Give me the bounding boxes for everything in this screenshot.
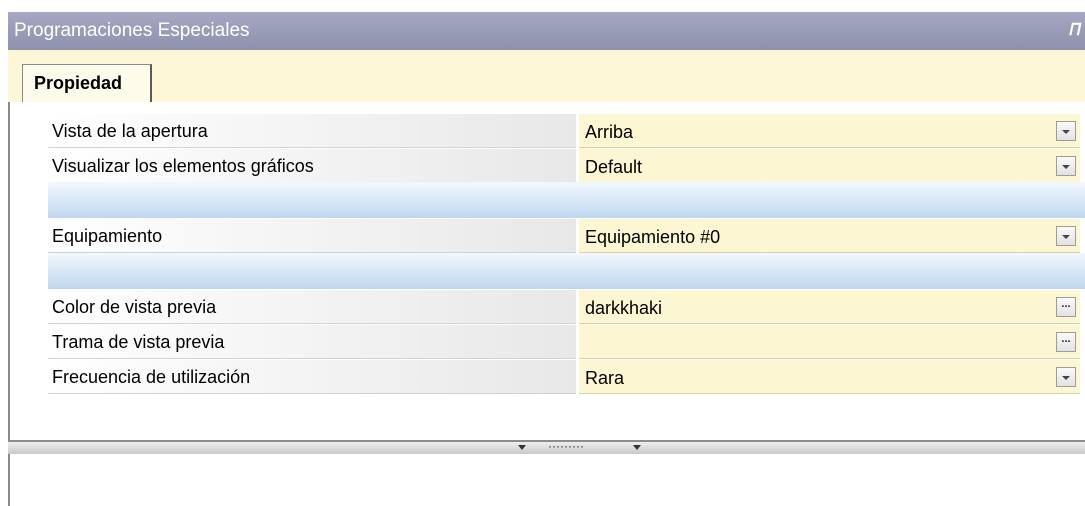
- property-label: Trama de vista previa: [48, 325, 576, 359]
- ellipsis-button[interactable]: ...: [1056, 332, 1076, 352]
- category-separator: [48, 253, 1085, 289]
- collapse-arrow-icon[interactable]: [518, 442, 528, 452]
- property-label: Frecuencia de utilización: [48, 360, 576, 394]
- dropdown-button[interactable]: [1056, 121, 1076, 141]
- property-value-text: Equipamiento #0: [585, 227, 721, 247]
- property-grid: Vista de la apertura Arriba Visualizar l…: [8, 102, 1085, 440]
- collapse-arrow-icon[interactable]: [633, 442, 643, 452]
- property-value-equipamiento[interactable]: Equipamiento #0: [579, 219, 1080, 253]
- property-row-color-vista-previa[interactable]: Color de vista previa darkkhaki ...: [48, 290, 1085, 325]
- property-value-vista-apertura[interactable]: Arriba: [579, 114, 1080, 148]
- pin-icon[interactable]: 𝛱: [1069, 12, 1081, 50]
- property-value-text: darkkhaki: [585, 298, 663, 318]
- property-value-trama-vista-previa[interactable]: ...: [579, 325, 1080, 359]
- property-value-visualizar-elementos[interactable]: Default: [579, 149, 1080, 183]
- tab-propiedad[interactable]: Propiedad: [22, 64, 152, 102]
- property-row-vista-apertura[interactable]: Vista de la apertura Arriba: [48, 114, 1085, 149]
- property-label: Visualizar los elementos gráficos: [48, 149, 576, 183]
- description-pane: [8, 454, 1085, 506]
- property-label: Color de vista previa: [48, 290, 576, 324]
- property-value-text: Rara: [585, 368, 625, 388]
- property-row-trama-vista-previa[interactable]: Trama de vista previa ...: [48, 325, 1085, 360]
- panel-title-bar: Programaciones Especiales 𝛱: [8, 12, 1085, 50]
- property-row-equipamiento[interactable]: Equipamiento Equipamiento #0: [48, 219, 1085, 254]
- tab-strip: Propiedad: [8, 50, 1085, 103]
- property-row-frecuencia-utilizacion[interactable]: Frecuencia de utilización Rara: [48, 360, 1085, 395]
- category-separator: [48, 182, 1085, 218]
- panel-title: Programaciones Especiales: [14, 20, 250, 41]
- grip-dots-icon: ·········: [548, 439, 584, 453]
- property-label: Vista de la apertura: [48, 114, 576, 148]
- property-value-text: Arriba: [585, 122, 634, 142]
- property-value-frecuencia-utilizacion[interactable]: Rara: [579, 360, 1080, 394]
- property-row-visualizar-elementos[interactable]: Visualizar los elementos gráficos Defaul…: [48, 149, 1085, 184]
- property-value-color-vista-previa[interactable]: darkkhaki ...: [579, 290, 1080, 324]
- property-value-text: Default: [585, 157, 643, 177]
- description-splitter[interactable]: ·········: [8, 439, 1085, 454]
- properties-panel: Programaciones Especiales 𝛱 Propiedad Vi…: [0, 0, 1085, 506]
- dropdown-button[interactable]: [1056, 156, 1076, 176]
- ellipsis-button[interactable]: ...: [1056, 297, 1076, 317]
- dropdown-button[interactable]: [1056, 226, 1076, 246]
- property-label: Equipamiento: [48, 219, 576, 253]
- dropdown-button[interactable]: [1056, 367, 1076, 387]
